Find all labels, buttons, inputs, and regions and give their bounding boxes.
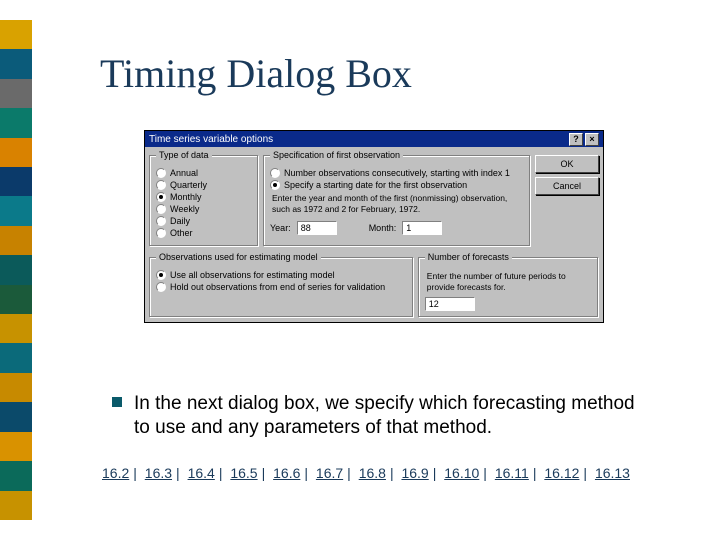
group-type-of-data: Type of data Annual Quarterly Monthly We…	[149, 155, 259, 247]
group-estimating: Observations used for estimating model U…	[149, 257, 414, 318]
footer-link[interactable]: 16.4	[188, 465, 215, 481]
footer-link[interactable]: 16.13	[595, 465, 630, 481]
forecasts-note: Enter the number of future periods to pr…	[427, 271, 590, 293]
help-button[interactable]: ?	[569, 133, 583, 146]
group-specification: Specification of first observation Numbe…	[263, 155, 531, 247]
radio-monthly[interactable]: Monthly	[156, 192, 252, 202]
footer-link[interactable]: 16.2	[102, 465, 129, 481]
footer-link[interactable]: 16.11	[495, 465, 529, 481]
ok-button[interactable]: OK	[535, 155, 599, 173]
radio-number-consecutively[interactable]: Number observations consecutively, start…	[270, 168, 524, 178]
bullet-text: In the next dialog box, we specify which…	[134, 392, 652, 440]
group-forecasts: Number of forecasts Enter the number of …	[418, 257, 599, 318]
forecasts-input[interactable]: 12	[425, 297, 475, 311]
cancel-button[interactable]: Cancel	[535, 177, 599, 195]
specification-note: Enter the year and month of the first (n…	[272, 193, 522, 215]
radio-use-all[interactable]: Use all observations for estimating mode…	[156, 270, 407, 280]
footer-link[interactable]: 16.6	[273, 465, 300, 481]
month-label: Month:	[369, 223, 397, 233]
radio-hold-out[interactable]: Hold out observations from end of series…	[156, 282, 407, 292]
footer-link[interactable]: 16.5	[230, 465, 257, 481]
footer-link[interactable]: 16.3	[145, 465, 172, 481]
year-input[interactable]: 88	[297, 221, 337, 235]
footer-link[interactable]: 16.9	[401, 465, 428, 481]
footer-link[interactable]: 16.7	[316, 465, 343, 481]
close-button[interactable]: ×	[585, 133, 599, 146]
month-input[interactable]: 1	[402, 221, 442, 235]
dialog-window: Time series variable options ? × Type of…	[144, 130, 604, 323]
radio-annual[interactable]: Annual	[156, 168, 252, 178]
footer-link[interactable]: 16.12	[544, 465, 579, 481]
dialog-title: Time series variable options	[149, 134, 273, 145]
footer-links: 16.2| 16.3| 16.4| 16.5| 16.6| 16.7| 16.8…	[102, 465, 630, 481]
radio-other[interactable]: Other	[156, 228, 252, 238]
footer-link[interactable]: 16.10	[444, 465, 479, 481]
dialog-titlebar: Time series variable options ? ×	[145, 131, 603, 147]
bullet-icon	[112, 397, 122, 407]
radio-quarterly[interactable]: Quarterly	[156, 180, 252, 190]
group-legend: Observations used for estimating model	[156, 252, 321, 262]
radio-specify-date[interactable]: Specify a starting date for the first ob…	[270, 180, 524, 190]
bullet-item: In the next dialog box, we specify which…	[112, 392, 652, 440]
group-legend: Type of data	[156, 150, 212, 160]
radio-weekly[interactable]: Weekly	[156, 204, 252, 214]
group-legend: Specification of first observation	[270, 150, 403, 160]
radio-daily[interactable]: Daily	[156, 216, 252, 226]
side-stripe	[0, 20, 32, 520]
footer-link[interactable]: 16.8	[359, 465, 386, 481]
year-label: Year:	[270, 223, 291, 233]
group-legend: Number of forecasts	[425, 252, 512, 262]
slide-title: Timing Dialog Box	[100, 50, 412, 97]
